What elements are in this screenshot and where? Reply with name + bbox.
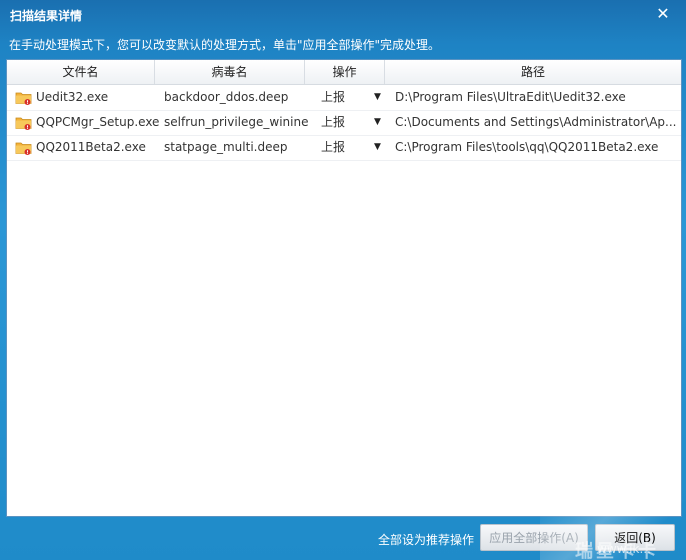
action-dropdown[interactable]: 上报 ▼ bbox=[321, 110, 385, 135]
chevron-down-icon[interactable]: ▼ bbox=[374, 110, 381, 135]
column-header-virus[interactable]: 病毒名 bbox=[155, 60, 305, 84]
table-row[interactable]: Uedit32.exe backdoor_ddos.deep 上报 ▼ D:\P… bbox=[7, 85, 681, 111]
results-table: 文件名 病毒名 操作 路径 Uedit32.exe backdoor_ddos.… bbox=[6, 59, 682, 517]
cell-path: D:\Program Files\UltraEdit\Uedit32.exe bbox=[395, 90, 626, 104]
instruction-text: 在手动处理模式下，您可以改变默认的处理方式，单击"应用全部操作"完成处理。 bbox=[9, 38, 441, 52]
action-dropdown-value: 上报 bbox=[321, 115, 346, 129]
infected-folder-icon bbox=[15, 92, 32, 105]
set-all-recommended-link[interactable]: 全部设为推荐操作 bbox=[378, 531, 474, 548]
cell-virus-name: backdoor_ddos.deep bbox=[164, 90, 289, 104]
chevron-down-icon[interactable]: ▼ bbox=[374, 135, 381, 160]
apply-all-button[interactable]: 应用全部操作(A) bbox=[480, 524, 588, 551]
table-header: 文件名 病毒名 操作 路径 bbox=[7, 60, 681, 85]
action-dropdown-value: 上报 bbox=[321, 140, 346, 154]
cell-filename: QQPCMgr_Setup.exe bbox=[36, 115, 160, 129]
scan-result-dialog: 扫描结果详情 ✕ 在手动处理模式下，您可以改变默认的处理方式，单击"应用全部操作… bbox=[0, 0, 686, 560]
close-button[interactable]: ✕ bbox=[654, 5, 672, 23]
table-row[interactable]: QQ2011Beta2.exe statpage_multi.deep 上报 ▼… bbox=[7, 135, 681, 161]
title-bar[interactable]: 扫描结果详情 ✕ bbox=[0, 0, 686, 30]
infected-folder-icon bbox=[15, 142, 32, 155]
cell-virus-name: statpage_multi.deep bbox=[164, 140, 288, 154]
cell-virus-name: selfrun_privilege_wininet. bbox=[164, 115, 308, 129]
column-header-action[interactable]: 操作 bbox=[305, 60, 385, 84]
cell-filename: QQ2011Beta2.exe bbox=[36, 140, 146, 154]
chevron-down-icon[interactable]: ▼ bbox=[374, 85, 381, 110]
cell-path: C:\Program Files\tools\qq\QQ2011Beta2.ex… bbox=[395, 140, 659, 154]
column-header-filename[interactable]: 文件名 bbox=[7, 60, 155, 84]
infected-folder-icon bbox=[15, 117, 32, 130]
watermark-url: www.ik... bbox=[597, 542, 651, 556]
dialog-title: 扫描结果详情 bbox=[10, 9, 83, 23]
action-dropdown[interactable]: 上报 ▼ bbox=[321, 135, 385, 160]
cell-path: C:\Documents and Settings\Administrator\… bbox=[395, 115, 677, 129]
action-dropdown-value: 上报 bbox=[321, 90, 346, 104]
cell-filename: Uedit32.exe bbox=[36, 90, 109, 104]
column-header-path[interactable]: 路径 bbox=[385, 60, 681, 84]
action-dropdown[interactable]: 上报 ▼ bbox=[321, 85, 385, 110]
close-icon: ✕ bbox=[656, 4, 670, 23]
table-row[interactable]: QQPCMgr_Setup.exe selfrun_privilege_wini… bbox=[7, 110, 681, 136]
